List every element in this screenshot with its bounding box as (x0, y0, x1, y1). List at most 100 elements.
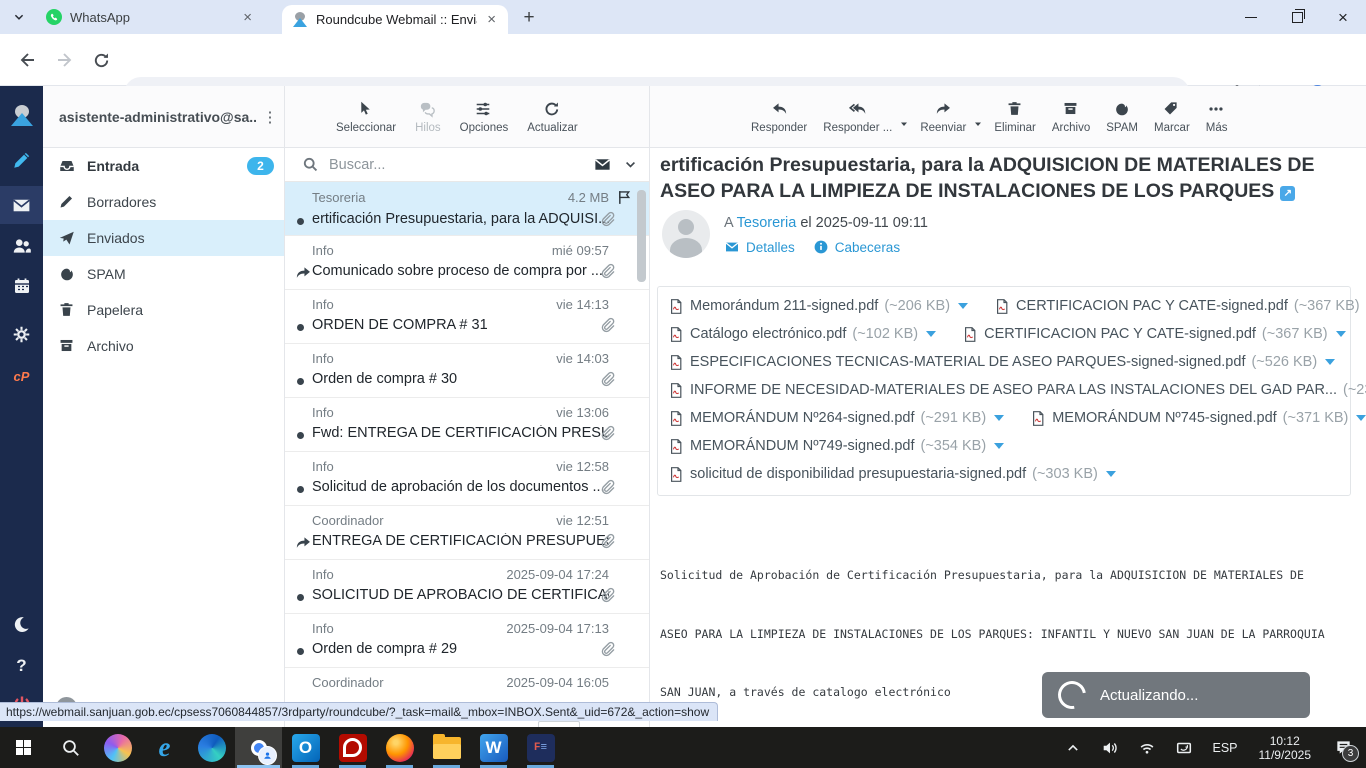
message-row[interactable]: Infomié 09:57Comunicado sobre proceso de… (285, 236, 649, 290)
taskbar-firefox-button[interactable] (376, 727, 423, 768)
folder-item-enviados[interactable]: Enviados (43, 220, 284, 256)
recipient-link[interactable]: Tesoreria (737, 215, 797, 231)
window-restore-button[interactable] (1274, 0, 1320, 34)
message-row[interactable]: Coordinadorvie 12:51ENTREGA DE CERTIFICA… (285, 506, 649, 560)
folder-item-spam[interactable]: SPAM (43, 256, 284, 292)
search-options-chevron-icon[interactable] (624, 158, 637, 171)
seleccionar-button[interactable]: Seleccionar (331, 100, 401, 134)
archivo-button[interactable]: Archivo (1047, 100, 1095, 134)
details-link[interactable]: Detalles (724, 239, 795, 255)
browser-tabstrip: WhatsApp × Roundcube Webmail :: Enviado … (0, 0, 1366, 34)
tab-close-icon[interactable]: × (241, 10, 254, 25)
calendar-nav-icon[interactable] (0, 268, 43, 304)
reenviar-button[interactable]: Reenviar (915, 100, 971, 134)
search-bar[interactable] (285, 148, 649, 182)
message-row[interactable]: Tesoreria4.2 MBertificación Presupuestar… (285, 182, 649, 236)
folder-item-papelera[interactable]: Papelera (43, 292, 284, 328)
spam-button[interactable]: SPAM (1101, 100, 1143, 134)
taskbar-ie-button[interactable]: e (141, 727, 188, 768)
taskbar-chrome-button[interactable] (235, 727, 282, 768)
responder-button[interactable]: Responder (746, 100, 812, 134)
open-in-new-window-icon[interactable]: ↗ (1280, 186, 1295, 201)
envelope-icon (724, 239, 740, 255)
forward-icon (934, 100, 953, 119)
marcar-button[interactable]: Marcar (1149, 100, 1195, 134)
attachment-menu-caret-icon[interactable] (958, 303, 968, 309)
message-row[interactable]: Infovie 14:13ORDEN DE COMPRA # 31 (285, 290, 649, 344)
actualizar-button[interactable]: Actualizar (522, 100, 583, 134)
attachment-item[interactable]: solicitud de disponibilidad presupuestar… (668, 466, 1116, 483)
back-button[interactable] (6, 39, 48, 81)
message-row[interactable]: Infovie 14:03Orden de compra # 30 (285, 344, 649, 398)
folder-item-entrada[interactable]: Entrada2 (43, 148, 284, 184)
settings-nav-icon[interactable] (0, 316, 43, 352)
message-row[interactable]: Infovie 13:06Fwd: ENTREGA DE CERTIFICACI… (285, 398, 649, 452)
volume-icon[interactable] (1095, 727, 1125, 768)
taskbar-outlook-button[interactable]: O (282, 727, 329, 768)
eliminar-button[interactable]: Eliminar (989, 100, 1041, 134)
display-cast-icon[interactable] (1169, 727, 1199, 768)
contacts-nav-icon[interactable] (0, 228, 43, 264)
tab-roundcube[interactable]: Roundcube Webmail :: Enviado × (282, 5, 508, 34)
help-icon[interactable]: ? (0, 648, 43, 684)
taskbar-search-button[interactable] (47, 727, 94, 768)
search-input[interactable] (327, 156, 593, 174)
list-scrollbar[interactable] (637, 186, 646, 711)
tray-chevron-up-icon[interactable] (1058, 727, 1088, 768)
responder-button[interactable]: Responder ... (818, 100, 897, 134)
tab-search-caret-icon[interactable] (8, 6, 30, 28)
folder-item-archivo[interactable]: Archivo (43, 328, 284, 364)
attachment-item[interactable]: CERTIFICACION PAC Y CATE-signed.pdf(~367… (994, 298, 1366, 315)
attachment-menu-caret-icon[interactable] (994, 443, 1004, 449)
attachment-menu-caret-icon[interactable] (1336, 331, 1346, 337)
responder-caret-icon[interactable] (899, 119, 909, 129)
search-scope-mail-icon[interactable] (593, 155, 612, 174)
attachment-menu-caret-icon[interactable] (1356, 415, 1366, 421)
notification-center-icon[interactable]: 3 (1326, 727, 1360, 768)
compose-icon[interactable] (0, 142, 43, 178)
flag-icon[interactable] (616, 189, 633, 206)
inbox-icon (58, 157, 76, 175)
attachment-item[interactable]: ESPECIFICACIONES TECNICAS-MATERIAL DE AS… (668, 354, 1335, 371)
attachment-item[interactable]: MEMORÁNDUM Nº749-signed.pdf(~354 KB) (668, 438, 1004, 455)
attachment-menu-caret-icon[interactable] (994, 415, 1004, 421)
clock[interactable]: 10:12 11/9/2025 (1251, 734, 1320, 762)
message-row[interactable]: Infovie 12:58Solicitud de aprobación de … (285, 452, 649, 506)
headers-link[interactable]: Cabeceras (813, 239, 900, 255)
wifi-icon[interactable] (1132, 727, 1162, 768)
account-menu-icon[interactable]: ⋮ (256, 108, 284, 126)
m-s-button[interactable]: Más (1201, 100, 1233, 134)
tab-whatsapp[interactable]: WhatsApp × (36, 0, 264, 34)
attachment-menu-caret-icon[interactable] (926, 331, 936, 337)
folder-item-borradores[interactable]: Borradores (43, 184, 284, 220)
attachment-item[interactable]: CERTIFICACION PAC Y CATE-signed.pdf(~367… (962, 326, 1346, 343)
taskbar-word-button[interactable]: W (470, 727, 517, 768)
reenviar-caret-icon[interactable] (973, 119, 983, 129)
message-row[interactable]: Info2025-09-04 17:13Orden de compra # 29 (285, 614, 649, 668)
taskbar-explorer-button[interactable] (423, 727, 470, 768)
attachment-menu-caret-icon[interactable] (1106, 471, 1116, 477)
taskbar-copilot-button[interactable] (94, 727, 141, 768)
taskbar-acrobat-button[interactable] (329, 727, 376, 768)
attachment-item[interactable]: Memorándum 211-signed.pdf(~206 KB) (668, 298, 968, 315)
new-tab-button[interactable]: + (516, 5, 542, 31)
attachment-item[interactable]: MEMORÁNDUM Nº264-signed.pdf(~291 KB) (668, 410, 1004, 427)
cpanel-icon[interactable]: cP (0, 358, 43, 394)
mail-nav-icon[interactable] (0, 186, 43, 224)
taskbar-edge-button[interactable] (188, 727, 235, 768)
attachment-menu-caret-icon[interactable] (1325, 359, 1335, 365)
attachment-item[interactable]: MEMORÁNDUM Nº745-signed.pdf(~371 KB) (1030, 410, 1366, 427)
opciones-button[interactable]: Opciones (455, 100, 514, 134)
window-minimize-button[interactable] (1228, 0, 1274, 34)
taskbar-start-button[interactable] (0, 727, 47, 768)
attachment-item[interactable]: INFORME DE NECESIDAD-MATERIALES DE ASEO … (668, 382, 1366, 399)
dark-mode-icon[interactable] (0, 606, 43, 642)
window-close-button[interactable]: × (1320, 0, 1366, 34)
language-indicator[interactable]: ESP (1206, 741, 1243, 755)
list-scrollbar-thumb[interactable] (637, 190, 646, 282)
message-row[interactable]: Info2025-09-04 17:24SOLICITUD DE APROBAC… (285, 560, 649, 614)
tab-close-icon[interactable]: × (485, 12, 498, 27)
taskbar-appfs-button[interactable]: F≡ (517, 727, 564, 768)
attachment-item[interactable]: Catálogo electrónico.pdf(~102 KB) (668, 326, 936, 343)
reload-button[interactable] (80, 39, 122, 81)
